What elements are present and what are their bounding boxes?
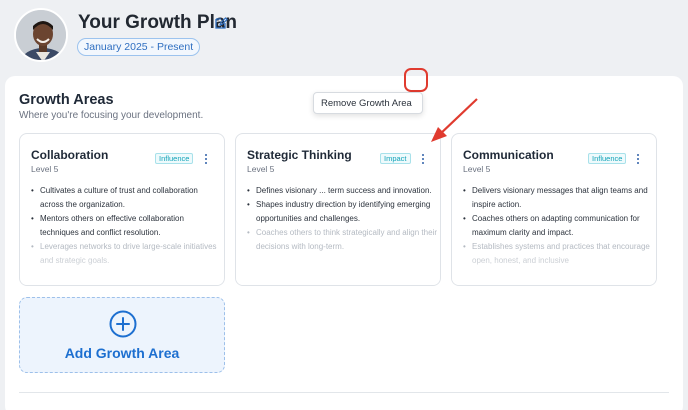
card-title: Collaboration: [31, 148, 109, 162]
bullet-item: Shapes industry direction by identifying…: [247, 198, 437, 226]
tag-badge: Influence: [588, 153, 627, 164]
avatar: [14, 8, 68, 62]
fade-overlay: [452, 249, 656, 285]
bullet-item: Mentors others on effective collaboratio…: [31, 212, 221, 240]
fade-overlay: [20, 249, 224, 285]
bullet-item: Cultivates a culture of trust and collab…: [31, 184, 221, 212]
divider: [19, 392, 669, 393]
growth-areas-panel: Growth Areas Where you're focusing your …: [5, 76, 683, 410]
more-options-icon[interactable]: [631, 152, 645, 166]
tag-badge: Impact: [380, 153, 411, 164]
card-options-menu: Remove Growth Area: [313, 92, 423, 114]
card-title: Communication: [463, 148, 554, 162]
card-level: Level 5: [463, 164, 491, 174]
more-options-icon[interactable]: [416, 152, 430, 166]
add-growth-area-button[interactable]: Add Growth Area: [19, 297, 225, 373]
card-bullets: Defines visionary ... term success and i…: [247, 184, 437, 254]
plus-circle-icon: [109, 310, 137, 338]
remove-growth-area-menu-item[interactable]: Remove Growth Area: [321, 98, 412, 109]
tag-badge: Influence: [155, 153, 194, 164]
annotation-highlight-ring: [404, 68, 428, 92]
growth-area-card-strategic-thinking[interactable]: Strategic Thinking Level 5 Impact Define…: [235, 133, 441, 286]
more-options-icon[interactable]: [199, 152, 213, 166]
card-level: Level 5: [31, 164, 59, 174]
bullet-item: Coaches others on adapting communication…: [463, 212, 653, 240]
section-title: Growth Areas: [19, 92, 114, 108]
growth-area-card-collaboration[interactable]: Collaboration Level 5 Influence Cultivat…: [19, 133, 225, 286]
bullet-item: Defines visionary ... term success and i…: [247, 184, 437, 198]
page-header: Your Growth Plan January 2025 - Present: [0, 0, 688, 72]
section-subtitle: Where you're focusing your development.: [19, 110, 204, 121]
fade-overlay: [236, 249, 440, 285]
card-level: Level 5: [247, 164, 275, 174]
edit-icon[interactable]: [214, 16, 228, 30]
growth-area-card-communication[interactable]: Communication Level 5 Influence Delivers…: [451, 133, 657, 286]
bullet-item: Delivers visionary messages that align t…: [463, 184, 653, 212]
card-title: Strategic Thinking: [247, 148, 352, 162]
add-growth-area-label: Add Growth Area: [64, 345, 180, 361]
date-range-badge: January 2025 - Present: [77, 38, 201, 56]
